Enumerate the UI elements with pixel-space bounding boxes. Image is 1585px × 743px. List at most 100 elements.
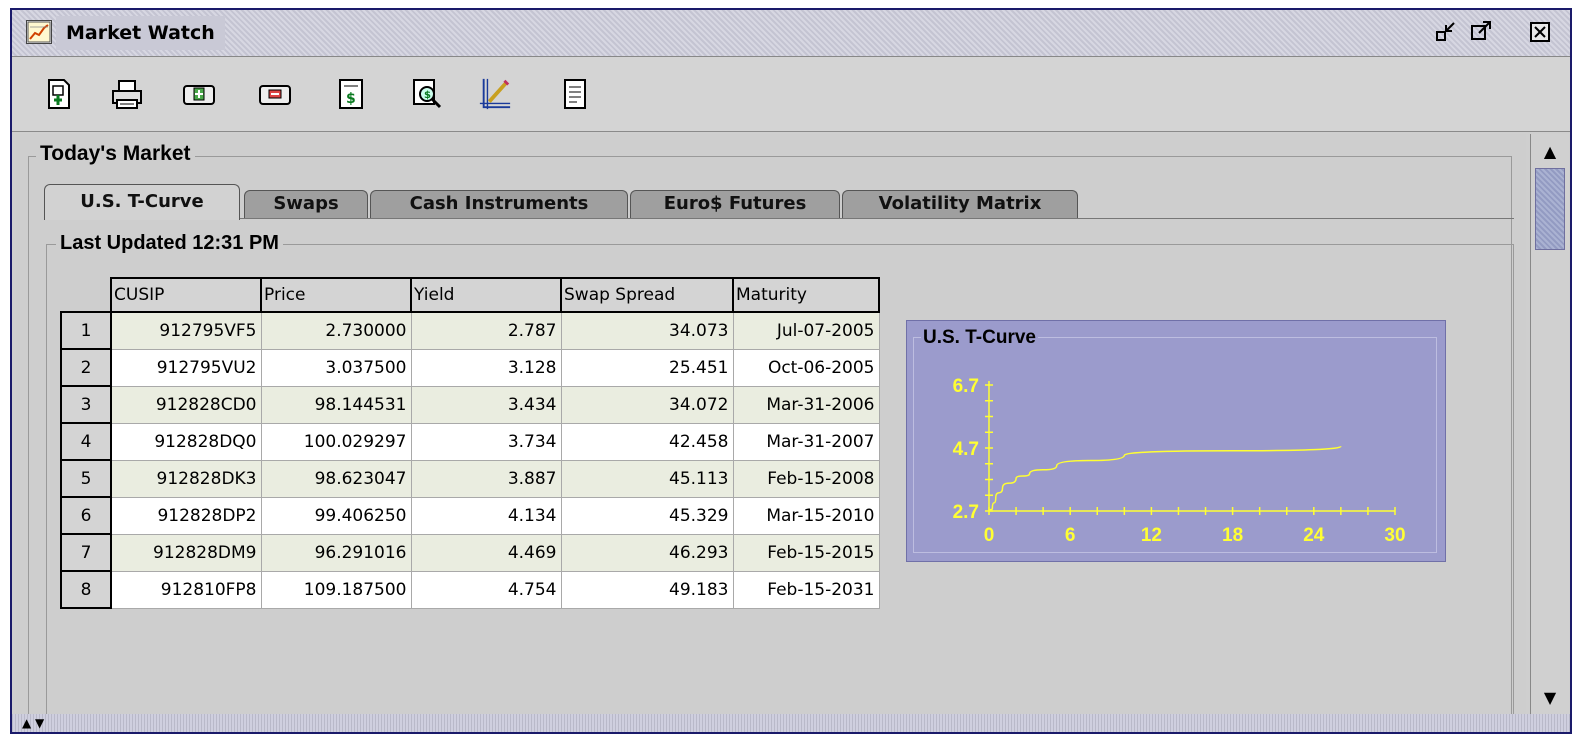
pricing-icon[interactable]: $ [334,77,368,111]
cell-maturity[interactable]: Feb-15-2008 [732,459,880,498]
cell-cusip[interactable]: 912795VF5 [110,311,262,350]
toolbar: $ $ [12,57,1570,132]
search-price-icon[interactable]: $ [410,77,444,111]
cell-price[interactable]: 98.623047 [260,459,412,498]
edit-chart-icon[interactable] [478,77,512,111]
cell-cusip[interactable]: 912810FP8 [110,570,262,609]
tab-us-t-curve[interactable]: U.S. T-Curve [44,184,240,220]
cell-maturity[interactable]: Feb-15-2031 [732,570,880,609]
cell-swap-spread[interactable]: 45.113 [560,459,734,498]
cell-yield[interactable]: 3.734 [410,422,562,461]
vertical-scrollbar[interactable]: ▲ ▼ [1530,134,1569,714]
cell-swap-spread[interactable]: 49.183 [560,570,734,609]
cell-cusip[interactable]: 912828DP2 [110,496,262,535]
chart-title: U.S. T-Curve [921,327,1038,349]
x-tick-label: 12 [1141,525,1162,546]
row-number: 3 [60,385,112,424]
y-tick-label: 4.7 [953,439,979,460]
cell-yield[interactable]: 2.787 [410,311,562,350]
tab-divider [44,218,1514,219]
scroll-up-icon[interactable]: ▲ [1531,138,1569,164]
row-number: 8 [60,570,112,609]
column-header-swap-spread[interactable]: Swap Spread [560,277,734,313]
table-row[interactable]: 1 912795VF5 2.730000 2.787 34.073 Jul-07… [60,311,880,350]
tab-cash-instruments[interactable]: Cash Instruments [370,190,628,218]
cell-maturity[interactable]: Mar-31-2006 [732,385,880,424]
report-icon[interactable] [558,77,592,111]
restore-icon[interactable] [1432,20,1460,44]
cell-maturity[interactable]: Feb-15-2015 [732,533,880,572]
cell-yield[interactable]: 4.134 [410,496,562,535]
close-icon[interactable] [1526,20,1554,44]
cell-maturity[interactable]: Mar-31-2007 [732,422,880,461]
maximize-icon[interactable] [1467,20,1495,44]
cell-price[interactable]: 100.029297 [260,422,412,461]
column-header-yield[interactable]: Yield [410,277,562,313]
cell-maturity[interactable]: Jul-07-2005 [732,311,880,350]
cell-swap-spread[interactable]: 34.072 [560,385,734,424]
cell-price[interactable]: 98.144531 [260,385,412,424]
svg-text:$: $ [424,90,431,101]
cell-price[interactable]: 99.406250 [260,496,412,535]
cell-price[interactable]: 109.187500 [260,570,412,609]
tab-euro-futures[interactable]: Euro$ Futures [630,190,840,218]
x-tick-label: 30 [1384,525,1405,546]
add-icon[interactable] [182,77,216,111]
cell-cusip[interactable]: 912828CD0 [110,385,262,424]
row-number: 2 [60,348,112,387]
x-tick-label: 24 [1303,525,1325,546]
scroll-thumb[interactable] [1535,168,1565,250]
treasury-table: CUSIP Price Yield Swap Spread Maturity 1… [60,277,880,609]
cell-swap-spread[interactable]: 45.329 [560,496,734,535]
x-tick-label: 6 [1065,525,1076,546]
cell-swap-spread[interactable]: 42.458 [560,422,734,461]
cell-yield[interactable]: 4.754 [410,570,562,609]
table-row[interactable]: 7 912828DM9 96.291016 4.469 46.293 Feb-1… [60,533,880,572]
table-row[interactable]: 4 912828DQ0 100.029297 3.734 42.458 Mar-… [60,422,880,461]
table-row[interactable]: 2 912795VU2 3.037500 3.128 25.451 Oct-06… [60,348,880,387]
column-header-cusip[interactable]: CUSIP [110,277,262,313]
cell-price[interactable]: 3.037500 [260,348,412,387]
table-row[interactable]: 3 912828CD0 98.144531 3.434 34.072 Mar-3… [60,385,880,424]
new-instrument-icon[interactable] [42,77,76,111]
cell-swap-spread[interactable]: 46.293 [560,533,734,572]
cell-yield[interactable]: 4.469 [410,533,562,572]
cell-cusip[interactable]: 912828DK3 [110,459,262,498]
yield-curve-line [988,445,1342,512]
title-bar[interactable]: Market Watch [12,10,1570,57]
cell-swap-spread[interactable]: 34.073 [560,311,734,350]
splitter-arrows-icon[interactable]: ▲ ▼ [22,714,44,732]
splitter-bar[interactable]: ▲ ▼ [12,714,1570,732]
column-header-price[interactable]: Price [260,277,412,313]
cell-cusip[interactable]: 912828DM9 [110,533,262,572]
table-row[interactable]: 8 912810FP8 109.187500 4.754 49.183 Feb-… [60,570,880,609]
cell-yield[interactable]: 3.128 [410,348,562,387]
window-title: Market Watch [56,16,225,50]
y-tick-label: 6.7 [953,376,979,397]
t-curve-chart: 0 6 12 18 24 30 2.7 4.7 6.7 [953,376,1406,546]
cell-maturity[interactable]: Mar-15-2010 [732,496,880,535]
cell-price[interactable]: 96.291016 [260,533,412,572]
cell-swap-spread[interactable]: 25.451 [560,348,734,387]
table-row[interactable]: 6 912828DP2 99.406250 4.134 45.329 Mar-1… [60,496,880,535]
remove-icon[interactable] [258,77,292,111]
cell-price[interactable]: 2.730000 [260,311,412,350]
cell-maturity[interactable]: Oct-06-2005 [732,348,880,387]
t-curve-chart-panel: U.S. T-Curve 0 6 12 18 24 30 2.7 4.7 6.7 [906,320,1446,562]
tab-swaps[interactable]: Swaps [244,190,368,218]
cell-yield[interactable]: 3.434 [410,385,562,424]
tab-volatility-matrix[interactable]: Volatility Matrix [842,190,1078,218]
row-number: 1 [60,311,112,350]
column-header-maturity[interactable]: Maturity [732,277,880,313]
scroll-down-icon[interactable]: ▼ [1531,684,1569,710]
group-title: Today's Market [36,142,195,166]
x-tick-label: 0 [984,525,995,546]
table-row[interactable]: 5 912828DK3 98.623047 3.887 45.113 Feb-1… [60,459,880,498]
chart-icon [26,20,52,44]
cell-cusip[interactable]: 912795VU2 [110,348,262,387]
cell-yield[interactable]: 3.887 [410,459,562,498]
row-number: 6 [60,496,112,535]
cell-cusip[interactable]: 912828DQ0 [110,422,262,461]
row-number: 5 [60,459,112,498]
print-icon[interactable] [110,77,144,111]
